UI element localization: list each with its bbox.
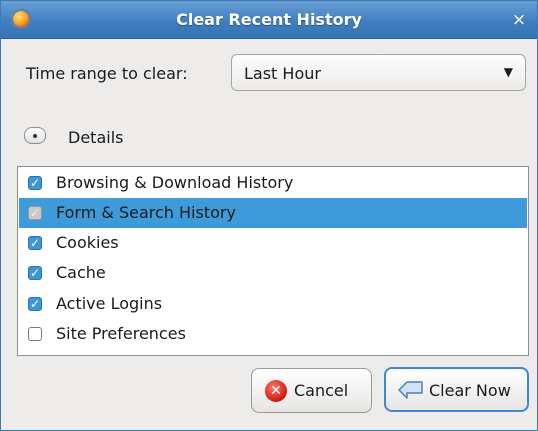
expander-icon xyxy=(33,134,37,138)
clear-now-button[interactable]: Clear Now xyxy=(384,367,529,412)
item-label: Site Preferences xyxy=(56,324,186,343)
checkbox[interactable]: ✓ xyxy=(28,266,42,280)
list-item[interactable]: ✓ Cache xyxy=(19,258,527,288)
cancel-icon: ✕ xyxy=(265,380,287,402)
clear-icon xyxy=(398,381,423,399)
item-label: Form & Search History xyxy=(56,203,236,222)
list-item[interactable]: ✓ Active Logins xyxy=(19,289,527,319)
item-label: Cookies xyxy=(56,233,119,252)
item-label: Cache xyxy=(56,263,106,282)
list-item[interactable]: ✓ Cookies xyxy=(19,228,527,258)
list-item[interactable]: Site Preferences xyxy=(19,319,527,349)
checkbox[interactable]: ✓ xyxy=(28,236,42,250)
checkbox[interactable] xyxy=(28,327,42,341)
clear-history-dialog: Clear Recent History × Time range to cle… xyxy=(0,0,538,431)
close-button[interactable]: × xyxy=(509,10,529,30)
dropdown-arrow-icon: ▼ xyxy=(503,65,513,79)
details-label: Details xyxy=(68,128,124,147)
checkbox[interactable]: ✓ xyxy=(28,176,42,190)
history-items-list: ✓ Browsing & Download History ✓ Form & S… xyxy=(17,166,529,356)
list-item[interactable]: ✓ Browsing & Download History xyxy=(19,168,527,198)
cancel-label: Cancel xyxy=(294,381,349,400)
details-toggle-button[interactable] xyxy=(24,127,46,144)
time-range-value: Last Hour xyxy=(244,64,321,83)
title-bar: Clear Recent History × xyxy=(1,1,537,39)
window-title: Clear Recent History xyxy=(176,10,362,29)
list-item[interactable]: ✓ Form & Search History xyxy=(19,198,527,228)
item-label: Active Logins xyxy=(56,294,163,313)
item-label: Browsing & Download History xyxy=(56,173,294,192)
time-range-label: Time range to clear: xyxy=(26,64,188,83)
clear-now-label: Clear Now xyxy=(429,381,511,400)
checkbox[interactable]: ✓ xyxy=(28,297,42,311)
cancel-button[interactable]: ✕ Cancel xyxy=(251,368,372,413)
time-range-select[interactable]: Last Hour ▼ xyxy=(231,54,526,91)
checkbox[interactable]: ✓ xyxy=(28,206,42,220)
